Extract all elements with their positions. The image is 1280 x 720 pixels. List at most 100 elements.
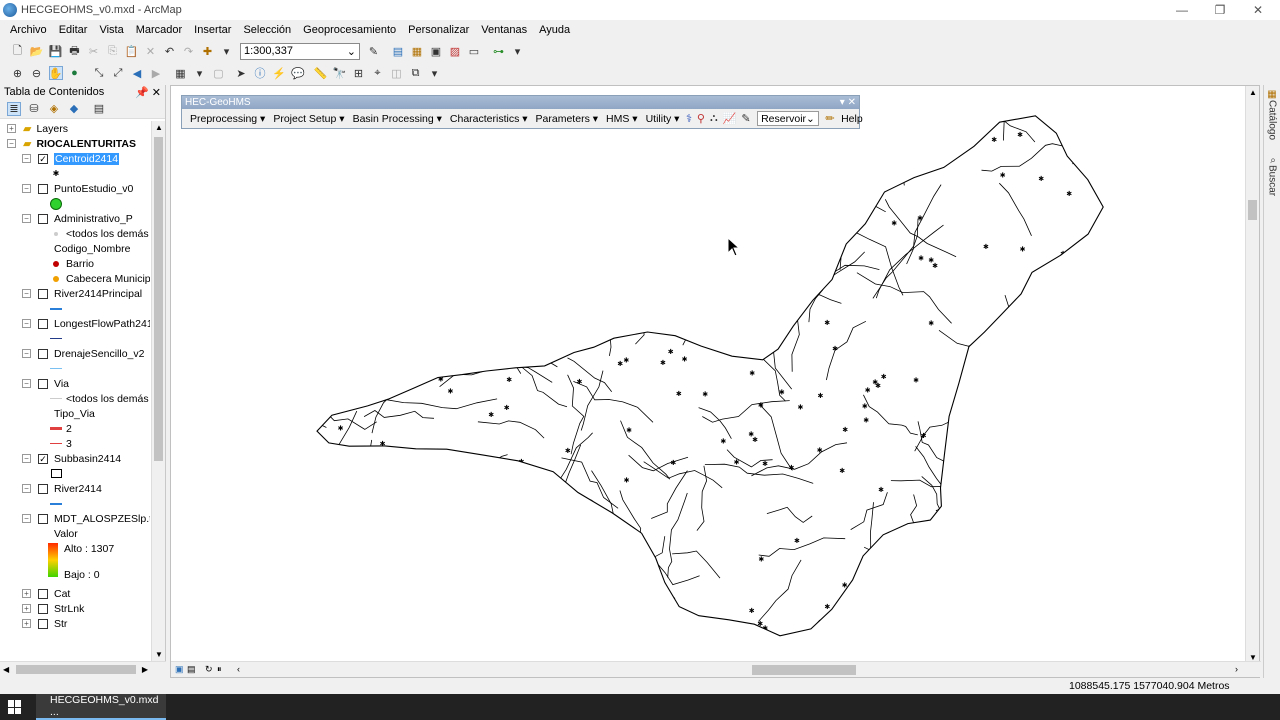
list-by-visibility-icon[interactable]: ◈ [47, 102, 61, 116]
html-popup-icon[interactable]: 💬 [291, 66, 305, 80]
toc-options-icon[interactable]: ▤ [92, 102, 106, 116]
layer-visibility-checkbox[interactable] [38, 618, 48, 629]
layer-visibility-checkbox[interactable]: ✓ [38, 153, 48, 164]
search-tab[interactable]: ⌕ Buscar [1265, 155, 1279, 205]
fixed-zoom-in-icon[interactable]: ⤡ [92, 66, 106, 80]
geohms-close-icon[interactable]: ✕ [848, 97, 856, 108]
arctoolbox-icon[interactable]: ▨ [448, 44, 462, 58]
layer-visibility-checkbox[interactable] [38, 183, 48, 194]
print-icon[interactable]: 🖶 [68, 44, 82, 58]
select-dropdown-icon[interactable]: ▾ [193, 66, 207, 80]
find-icon[interactable]: 🔭 [333, 66, 347, 80]
time-slider-icon[interactable]: ◫ [390, 66, 404, 80]
fixed-zoom-out-icon[interactable]: ⤢ [111, 66, 125, 80]
undo-icon[interactable]: ↶ [163, 44, 177, 58]
save-icon[interactable]: 💾 [49, 44, 63, 58]
collapse-icon[interactable]: − [22, 214, 31, 223]
catalog-window-icon[interactable]: ▦ [410, 44, 424, 58]
pause-drawing-icon[interactable]: ⏸ [217, 664, 222, 675]
delete-icon[interactable]: ✕ [144, 44, 158, 58]
measure-icon[interactable]: 📏 [314, 66, 328, 80]
toc-vertical-scrollbar[interactable]: ▲ ▼ [151, 121, 165, 661]
select-features-icon[interactable]: ▦ [174, 66, 188, 80]
select-elements-icon[interactable]: ➤ [234, 66, 248, 80]
toc-layer-row[interactable]: + Cat [22, 586, 70, 601]
geohms-menu-characteristics[interactable]: Characteristics ▾ [446, 113, 532, 125]
toc-layer-row[interactable]: − Via [22, 376, 69, 391]
full-extent-icon[interactable]: ● [68, 66, 82, 80]
toc-horizontal-scrollbar[interactable]: ◀ ▶ [0, 661, 166, 678]
map-vscroll-thumb[interactable] [1248, 200, 1257, 220]
layer-visibility-checkbox[interactable] [38, 513, 48, 524]
layer-visibility-checkbox[interactable] [38, 378, 48, 389]
layer-visibility-checkbox[interactable] [38, 603, 48, 614]
collapse-icon[interactable]: − [22, 514, 31, 523]
toc-close-icon[interactable]: ✕ [152, 87, 161, 99]
find-route-icon[interactable]: ⊞ [352, 66, 366, 80]
map-scroll-up-icon[interactable]: ▲ [1249, 88, 1257, 97]
viewer-window-icon[interactable]: ⧉ [409, 66, 423, 80]
catalog-tab[interactable]: ▦ Catálogo [1265, 89, 1279, 153]
reservoir-select[interactable]: Reservoir ⌄ [757, 111, 819, 126]
menu-editar[interactable]: Editar [53, 24, 94, 36]
menu-geoprocesamiento[interactable]: Geoprocesamiento [297, 24, 402, 36]
collapse-icon[interactable]: − [22, 454, 31, 463]
windows-start-icon[interactable] [8, 700, 22, 714]
geohms-menu-hms[interactable]: HMS ▾ [602, 113, 642, 125]
layer-visibility-checkbox[interactable] [38, 318, 48, 329]
data-view-icon[interactable]: ▣ [175, 664, 184, 675]
layer-visibility-checkbox[interactable] [38, 213, 48, 224]
toc-layer-row[interactable]: − ✓ Subbasin2414 [22, 451, 121, 466]
geohms-menu-basin-processing[interactable]: Basin Processing ▾ [349, 113, 446, 125]
add-data-dropdown-icon[interactable]: ▾ [220, 44, 234, 58]
menu-insertar[interactable]: Insertar [188, 24, 237, 36]
scroll-right-icon[interactable]: ▶ [142, 665, 148, 674]
expand-icon[interactable]: + [7, 124, 16, 133]
geohms-menu-parameters[interactable]: Parameters ▾ [532, 113, 602, 125]
collapse-icon[interactable]: − [7, 139, 16, 148]
toc-layer-row[interactable]: − River2414 [22, 481, 102, 496]
toc-layer-row[interactable]: − LongestFlowPath2414 [22, 316, 150, 331]
back-icon[interactable]: ◀ [130, 66, 144, 80]
zoom-out-icon[interactable]: ⊖ [30, 66, 44, 80]
list-by-source-icon[interactable]: ⛁ [27, 102, 41, 116]
add-point-icon[interactable]: ⚲ [697, 112, 705, 126]
geohms-menu-preprocessing[interactable]: Preprocessing ▾ [186, 113, 269, 125]
search-window-icon[interactable]: ▣ [429, 44, 443, 58]
hyperlink-icon[interactable]: ⚡ [272, 66, 286, 80]
map-scroll-left-icon[interactable]: ‹ [237, 664, 240, 674]
toc-layer-row[interactable]: + Str [22, 616, 67, 631]
layer-visibility-checkbox[interactable]: ✓ [38, 453, 48, 464]
model-builder-icon[interactable]: ⊶ [492, 44, 506, 58]
collapse-icon[interactable]: − [22, 484, 31, 493]
forward-icon[interactable]: ▶ [149, 66, 163, 80]
map-scale-select[interactable]: 1:300,337 ⌄ [240, 42, 360, 60]
scroll-down-icon[interactable]: ▼ [155, 650, 163, 659]
toc-layer-row[interactable]: − PuntoEstudio_v0 [22, 181, 133, 196]
pan-icon[interactable]: ✋ [48, 66, 63, 80]
menu-ventanas[interactable]: Ventanas [475, 24, 533, 36]
toc-hscroll-thumb[interactable] [16, 665, 136, 674]
toc-group-row[interactable]: + ▰ Layers [7, 121, 68, 136]
toolbar-options-icon[interactable]: ▾ [511, 44, 525, 58]
flow-path-icon[interactable]: ⚕ [686, 112, 692, 126]
menu-marcador[interactable]: Marcador [130, 24, 188, 36]
geohms-options-icon[interactable]: ▾ [840, 97, 845, 108]
collapse-icon[interactable]: − [22, 379, 31, 388]
map-view[interactable]: ✱ ✱ ✱ ✱ ✱ ✱ ✱ ✱ ✱ ✱ ✱ ✱ ✱ ✱ ✱ ✱ ✱ ✱ ✱ ✱ ✱ ✱ ✱ ✱ ✱ ✱ ✱ ✱ ✱ ✱ ✱ ✱ ✱ ✱ ✱ ✱ ✱ ✱ ✱ ✱… [170, 85, 1261, 678]
map-hscroll-thumb[interactable] [752, 665, 856, 675]
expand-icon[interactable]: + [22, 589, 31, 598]
help-pencil-icon[interactable]: ✏ [825, 112, 834, 126]
pin-icon[interactable]: 📌 [135, 87, 149, 99]
copy-icon[interactable]: ⎘ [106, 44, 120, 58]
menu-vista[interactable]: Vista [93, 24, 129, 36]
menu-seleccion[interactable]: Selección [237, 24, 297, 36]
layout-view-icon[interactable]: ▤ [187, 664, 196, 675]
open-folder-icon[interactable]: 📂 [30, 44, 44, 58]
python-window-icon[interactable]: ▭ [467, 44, 481, 58]
editor-icon[interactable]: ✎ [367, 44, 381, 58]
close-button[interactable]: ✕ [1238, 0, 1278, 20]
map-vertical-scrollbar[interactable]: ▲ ▼ [1245, 86, 1259, 664]
toc-layer-row[interactable]: − Administrativo_P [22, 211, 133, 226]
new-document-icon[interactable]: 🗋 [11, 44, 25, 58]
